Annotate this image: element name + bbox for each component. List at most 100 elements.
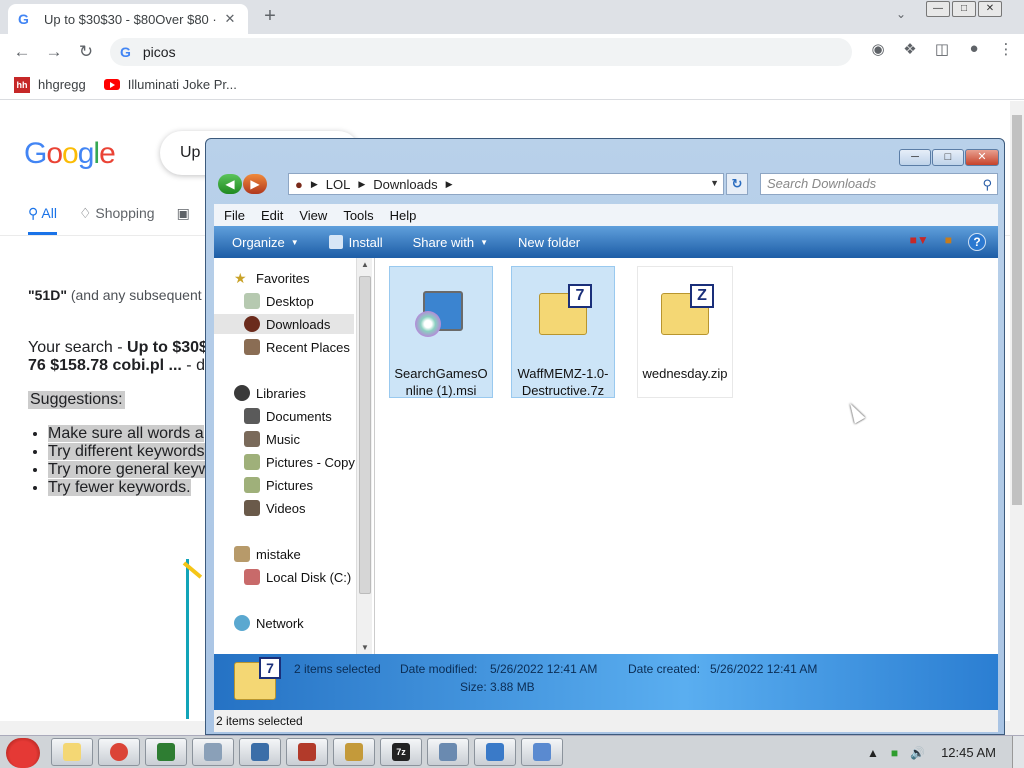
breadcrumb-lol[interactable]: LOL (326, 177, 351, 192)
show-hidden-icons-icon[interactable]: ▲ (867, 746, 879, 760)
chevron-down-icon[interactable]: ▼ (710, 178, 719, 188)
nav-mistake[interactable]: mistake (234, 544, 301, 564)
chevron-right-icon[interactable]: ▶ (446, 179, 453, 190)
bookmark-hhgregg[interactable]: hh hhgregg (14, 76, 86, 93)
nav-scrollbar[interactable]: ▲ ▼ (356, 258, 372, 654)
search-input[interactable]: Search Downloads ⚲ (760, 173, 998, 195)
tab-search-chevron-icon[interactable]: ⌄ (896, 7, 914, 21)
menu-edit[interactable]: Edit (261, 208, 283, 223)
search-icon[interactable]: ⚲ (982, 175, 992, 195)
taskbar-chrome[interactable] (98, 738, 140, 766)
install-button[interactable]: Install (328, 235, 383, 250)
nav-videos[interactable]: Videos (244, 498, 306, 518)
close-button[interactable]: ✕ (978, 1, 1002, 17)
reload-icon[interactable]: ↻ (70, 42, 102, 62)
pictures-icon (244, 477, 260, 493)
preview-pane-icon[interactable]: ■ (945, 233, 952, 251)
nav-local-disk[interactable]: Local Disk (C:) (244, 567, 351, 587)
window-icon (439, 743, 457, 761)
tab-images-icon[interactable]: ▣ (177, 205, 190, 235)
tool-icon (204, 743, 222, 761)
volume-icon[interactable]: 🔊 (910, 746, 925, 760)
nav-libraries[interactable]: Libraries (234, 383, 306, 403)
scrollbar-thumb[interactable] (359, 276, 371, 594)
browser-tab[interactable]: G Up to $30$30 - $80Over $80 · ✕ (8, 4, 248, 34)
view-options-icon[interactable]: ■▼ (910, 233, 929, 251)
tab-all[interactable]: ⚲ All (28, 205, 57, 235)
taskbar-app-9[interactable] (427, 738, 469, 766)
taskbar-7zip[interactable]: 7z (380, 738, 422, 766)
address-bar[interactable]: G picos (110, 38, 852, 66)
back-button[interactable]: ◀ (218, 174, 242, 194)
chevron-right-icon[interactable]: ▶ (311, 179, 318, 190)
taskbar-installer[interactable] (239, 738, 281, 766)
refresh-button[interactable]: ↻ (726, 173, 748, 195)
breadcrumb-downloads[interactable]: Downloads (373, 177, 437, 192)
nav-recent-places[interactable]: Recent Places (244, 337, 350, 357)
extension-flag-icon[interactable]: ◉ (862, 40, 894, 58)
nav-pictures-copy[interactable]: Pictures - Copy (244, 452, 355, 472)
nav-desktop[interactable]: Desktop (244, 291, 314, 311)
nav-pictures[interactable]: Pictures (244, 475, 313, 495)
menu-file[interactable]: File (224, 208, 245, 223)
explorer-address-row: ◀ ▶ ● ▶ LOL ▶ Downloads ▶ ▼ ↻ Search Dow… (216, 171, 998, 197)
page-vertical-scrollbar[interactable] (1010, 101, 1024, 721)
taskbar-app-10[interactable] (474, 738, 516, 766)
start-button[interactable] (0, 736, 46, 768)
explorer-maximize-button[interactable]: □ (932, 149, 964, 166)
share-with-button[interactable]: Share with ▼ (413, 235, 488, 250)
restore-button[interactable]: □ (952, 1, 976, 17)
taskbar-explorer[interactable] (51, 738, 93, 766)
clock[interactable]: 12:45 AM (941, 745, 996, 760)
list-item: Make sure all words a (48, 425, 210, 443)
minimize-button[interactable]: — (926, 1, 950, 17)
file-item-zip[interactable]: Z wednesday.zip (637, 266, 733, 398)
bookmark-label: Illuminati Joke Pr... (127, 77, 237, 92)
taskbar-terminal[interactable] (145, 738, 187, 766)
file-item-7z[interactable]: 7 WaffMEMZ-1.0-Destructive.7z (511, 266, 615, 398)
network-status-icon[interactable]: ■ (891, 746, 898, 760)
taskbar-paint[interactable] (333, 738, 375, 766)
taskbar-app-6[interactable] (286, 738, 328, 766)
nav-downloads[interactable]: Downloads (214, 314, 354, 334)
menu-tools[interactable]: Tools (343, 208, 373, 223)
breadcrumb[interactable]: ● ▶ LOL ▶ Downloads ▶ ▼ (288, 173, 724, 195)
computer-icon (234, 546, 250, 562)
taskbar-app-4[interactable] (192, 738, 234, 766)
google-logo[interactable]: Google (24, 137, 116, 171)
scrollbar-thumb[interactable] (1012, 115, 1022, 505)
show-desktop-button[interactable] (1012, 736, 1024, 768)
new-tab-button[interactable]: + (260, 6, 280, 26)
menu-help[interactable]: Help (390, 208, 417, 223)
file-item-msi[interactable]: SearchGamesOnline (1).msi (389, 266, 493, 398)
taskbar-app-11[interactable] (521, 738, 563, 766)
menu-kebab-icon[interactable]: ⋮ (990, 40, 1022, 58)
nav-network[interactable]: Network (234, 613, 304, 633)
explorer-close-button[interactable]: ✕ (965, 149, 999, 166)
tab-title: Up to $30$30 - $80Over $80 · (44, 11, 217, 27)
scroll-down-icon[interactable]: ▼ (361, 643, 369, 652)
back-arrow-icon[interactable]: ← (6, 42, 38, 62)
tab-close-icon[interactable]: ✕ (222, 11, 238, 27)
profile-avatar-icon[interactable]: ● (958, 40, 990, 58)
explorer-minimize-button[interactable]: ─ (899, 149, 931, 166)
menu-view[interactable]: View (299, 208, 327, 223)
nav-favorites[interactable]: ★ Favorites (234, 268, 309, 288)
extensions-puzzle-icon[interactable]: ❖ (894, 40, 926, 58)
bookmark-illuminati[interactable]: Illuminati Joke Pr... (103, 77, 237, 92)
scroll-up-icon[interactable]: ▲ (361, 260, 369, 269)
nav-music[interactable]: Music (244, 429, 300, 449)
chevron-right-icon[interactable]: ▶ (358, 179, 365, 190)
new-folder-button[interactable]: New folder (518, 235, 580, 250)
details-pane: 7 2 items selected Date modified: 5/26/2… (214, 654, 998, 710)
7zip-archive-icon: 7 (234, 657, 281, 700)
tab-shopping[interactable]: ♢ Shopping (79, 205, 155, 235)
organize-button[interactable]: Organize ▼ (232, 235, 299, 250)
nav-documents[interactable]: Documents (244, 406, 332, 426)
help-icon[interactable]: ? (968, 233, 986, 251)
forward-arrow-icon[interactable]: → (38, 42, 70, 62)
forward-button[interactable]: ▶ (243, 174, 267, 194)
list-item: Try fewer keywords. (48, 479, 210, 497)
explorer-window-controls: ─ □ ✕ (898, 149, 999, 166)
side-panel-icon[interactable]: ◫ (926, 40, 958, 58)
